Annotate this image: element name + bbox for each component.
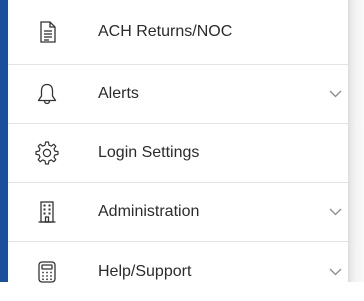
gear-icon bbox=[34, 140, 60, 166]
building-icon bbox=[34, 199, 60, 225]
menu-item-help-support[interactable]: Help/Support bbox=[8, 242, 348, 301]
menu-item-label: Administration bbox=[98, 203, 200, 220]
bell-icon bbox=[34, 81, 60, 107]
menu-item-administration[interactable]: Administration bbox=[8, 183, 348, 242]
scrollbar-track[interactable] bbox=[348, 0, 364, 282]
menu-item-label: Login Settings bbox=[98, 144, 200, 161]
menu-item-label: Help/Support bbox=[98, 262, 192, 280]
chevron-down-icon[interactable] bbox=[328, 205, 342, 219]
chevron-down-icon[interactable] bbox=[328, 265, 342, 279]
menu-item-ach-returns[interactable]: ACH Returns/NOC bbox=[8, 0, 348, 65]
menu-list: ACH Returns/NOC Alerts Login Settings Ad… bbox=[8, 0, 348, 301]
menu-item-login-settings[interactable]: Login Settings bbox=[8, 124, 348, 183]
calculator-icon bbox=[34, 259, 60, 285]
navigation-menu: ACH Returns/NOC Alerts Login Settings Ad… bbox=[8, 0, 348, 283]
active-accent-bar bbox=[0, 0, 8, 282]
menu-item-label: Alerts bbox=[98, 85, 139, 102]
menu-item-label: ACH Returns/NOC bbox=[98, 23, 233, 40]
menu-item-alerts[interactable]: Alerts bbox=[8, 65, 348, 124]
chevron-down-icon[interactable] bbox=[328, 87, 342, 101]
document-icon bbox=[34, 19, 60, 45]
